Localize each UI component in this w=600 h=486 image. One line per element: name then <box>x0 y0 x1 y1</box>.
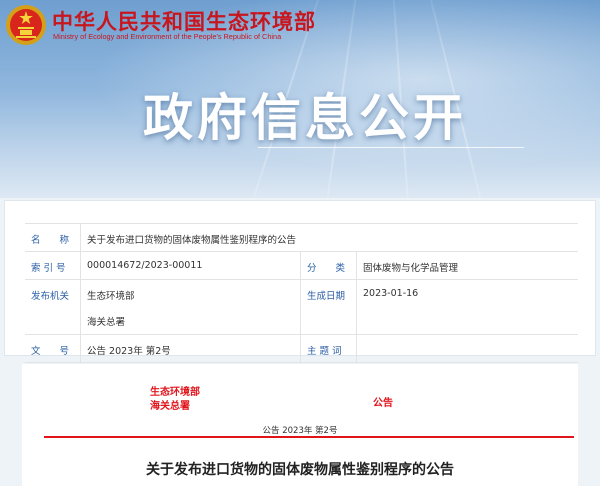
meta-row-docno: 文 号 公告 2023年 第2号 主 题 词 <box>25 335 578 363</box>
red-divider <box>44 436 574 438</box>
value-doc-no: 公告 2023年 第2号 <box>81 335 301 362</box>
ministry-name-en: Ministry of Ecology and Environment of t… <box>53 32 282 41</box>
label-doc-no: 文 号 <box>25 335 81 362</box>
header-banner: 中华人民共和国生态环境部 Ministry of Ecology and Env… <box>0 0 600 198</box>
label-subject: 主 题 词 <box>301 335 357 362</box>
label-date: 生成日期 <box>301 280 357 334</box>
label-category: 分 类 <box>301 252 357 279</box>
value-issuer: 生态环境部 海关总署 <box>81 280 301 334</box>
value-index: 000014672/2023-00011 <box>81 252 301 279</box>
value-name: 关于发布进口货物的固体废物属性鉴别程序的公告 <box>87 235 297 246</box>
value-subject <box>357 335 578 362</box>
meta-row-name: 名 称 关于发布进口货物的固体废物属性鉴别程序的公告 <box>25 224 578 252</box>
label-index: 索 引 号 <box>25 252 81 279</box>
meta-row-index: 索 引 号 000014672/2023-00011 分 类 固体废物与化学品管… <box>25 252 578 280</box>
doc-issuer-1: 生态环境部 <box>150 387 200 398</box>
issuer-2: 海关总署 <box>87 317 126 328</box>
value-date: 2023-01-16 <box>363 288 419 299</box>
value-category: 固体废物与化学品管理 <box>363 263 459 274</box>
label-name: 名 称 <box>25 224 81 251</box>
national-emblem-icon[interactable] <box>5 4 47 46</box>
meta-row-issuer: 发布机关 生态环境部 海关总署 生成日期 2023-01-16 <box>25 280 578 335</box>
document-title: 关于发布进口货物的固体废物属性鉴别程序的公告 <box>146 462 454 478</box>
document-body: 生态环境部 海关总署 公告 公告 2023年 第2号 关于发布进口货物的固体废物… <box>22 364 578 486</box>
issuer-block: 生态环境部 海关总署 <box>150 386 200 414</box>
document-number: 公告 2023年 第2号 <box>262 426 338 436</box>
doc-issuer-2: 海关总署 <box>150 401 190 412</box>
page-title: 政府信息公开 <box>143 89 467 147</box>
announce-word: 公告 <box>373 398 393 409</box>
metadata-card: 名 称 关于发布进口货物的固体废物属性鉴别程序的公告 索 引 号 0000146… <box>4 200 596 363</box>
title-underline <box>258 147 524 148</box>
metadata-table: 名 称 关于发布进口货物的固体废物属性鉴别程序的公告 索 引 号 0000146… <box>25 223 578 363</box>
issuer-1: 生态环境部 <box>87 291 135 302</box>
label-issuer: 发布机关 <box>25 280 81 334</box>
